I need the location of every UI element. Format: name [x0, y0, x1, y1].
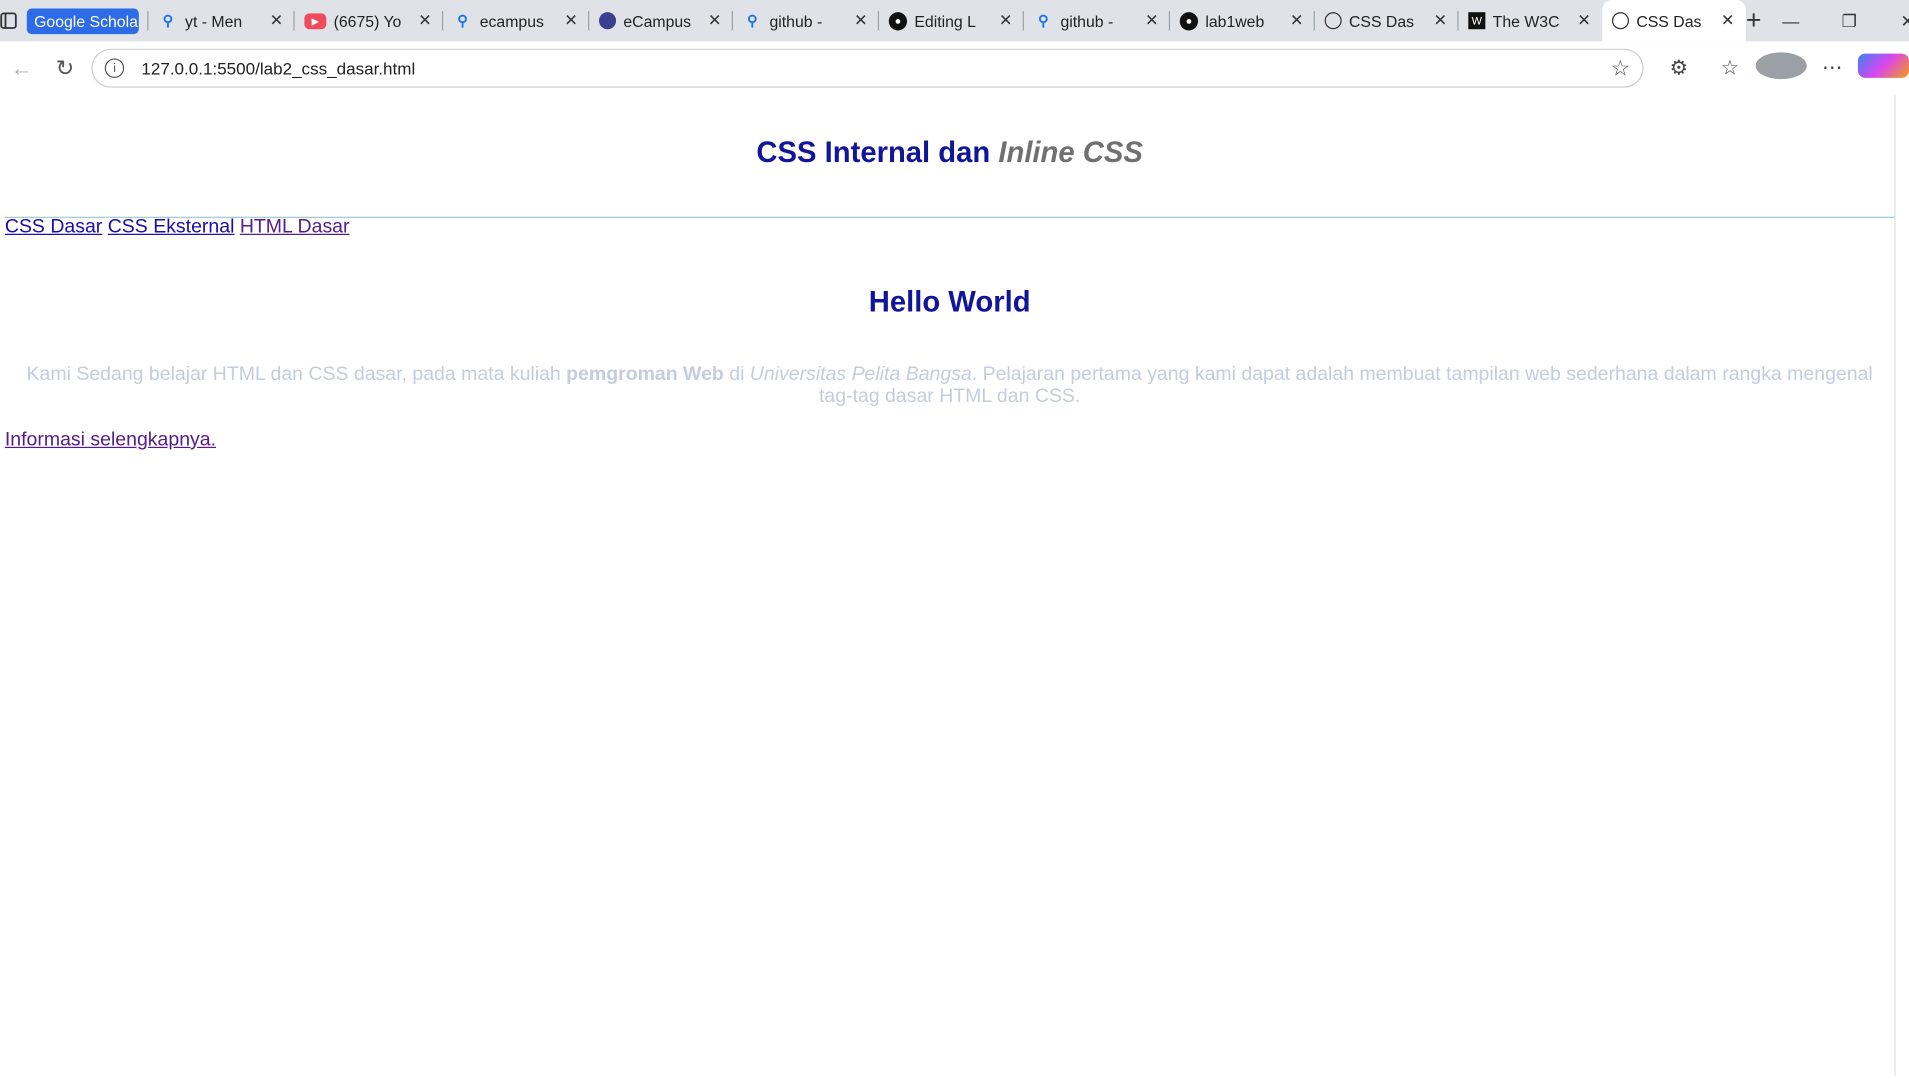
profile-button[interactable]	[1755, 51, 1807, 85]
para-bold: pemgroman Web	[566, 364, 724, 385]
close-icon[interactable]: ✕	[1432, 11, 1449, 30]
back-button[interactable]: ←	[0, 55, 43, 81]
tab-youtube[interactable]: ▶ (6675) Yo ✕	[295, 0, 444, 41]
tab-ecampus[interactable]: eCampus ✕	[589, 0, 733, 41]
restore-button[interactable]: ❐	[1820, 10, 1878, 31]
page-title: CSS Internal dan Inline CSS	[0, 136, 1899, 170]
tab-actions-button[interactable]	[0, 0, 17, 41]
tab-title: ecampus	[479, 11, 544, 30]
close-icon[interactable]: ✕	[268, 11, 285, 30]
nav-link-html-dasar[interactable]: HTML Dasar	[240, 217, 350, 238]
page-title-italic: Inline CSS	[998, 136, 1143, 170]
more-info-link[interactable]: Informasi selengkapnya.	[5, 430, 216, 452]
site-info-icon[interactable]: i	[104, 58, 125, 78]
tab-title: CSS Das	[1636, 11, 1702, 30]
tab-css-dasar-active[interactable]: CSS Das ✕	[1602, 0, 1746, 42]
tab-w3c[interactable]: W The W3C ✕	[1459, 0, 1603, 41]
para-text-3: . Pelajaran pertama yang kami dapat adal…	[818, 364, 1873, 407]
close-icon[interactable]: ✕	[852, 11, 869, 30]
search-icon: ⚲	[747, 12, 758, 30]
search-icon: ⚲	[457, 12, 468, 30]
github-icon: ●	[1179, 11, 1199, 30]
close-icon[interactable]: ✕	[1288, 11, 1305, 30]
tab-github-search[interactable]: ⚲ github - ✕	[733, 0, 880, 41]
globe-icon	[1611, 12, 1630, 30]
address-bar[interactable]: i 127.0.0.1:5500/lab2_css_dasar.html ☆	[91, 48, 1644, 88]
w3c-icon: W	[1468, 12, 1486, 30]
more-options-icon[interactable]: ⋯	[1807, 56, 1858, 80]
window-controls: — ❐ ✕	[1762, 10, 1909, 31]
tab-title: github -	[769, 11, 823, 30]
tab-google-scholar[interactable]: Google Scholar	[17, 0, 149, 41]
tab-title: The W3C	[1492, 11, 1560, 30]
github-icon: ●	[888, 11, 908, 30]
new-tab-button[interactable]: +	[1746, 5, 1762, 37]
tab-yt-search[interactable]: ⚲ yt - Men ✕	[149, 0, 295, 41]
favorites-icon[interactable]: ☆	[1704, 56, 1755, 80]
nav-link-css-eksternal[interactable]: CSS Eksternal	[108, 217, 235, 238]
tab-strip: Google Scholar ⚲ yt - Men ✕ ▶ (6675) Yo …	[0, 0, 1909, 42]
tab-title: (6675) Yo	[333, 11, 402, 30]
browser-toolbar: ← ↻ i 127.0.0.1:5500/lab2_css_dasar.html…	[0, 41, 1909, 95]
tab-title: Google Scholar	[26, 7, 139, 34]
tab-title: yt - Men	[185, 11, 243, 30]
youtube-icon: ▶	[304, 12, 327, 29]
search-icon: ⚲	[162, 12, 174, 30]
url-text[interactable]: 127.0.0.1:5500/lab2_css_dasar.html	[141, 58, 1610, 77]
tab-title: eCampus	[623, 11, 692, 30]
tab-ecampus-search[interactable]: ⚲ ecampus ✕	[443, 0, 590, 41]
copilot-button[interactable]	[1857, 52, 1909, 83]
para-text-2: di	[723, 364, 750, 385]
tab-actions-icon	[0, 12, 17, 29]
tab-title: github -	[1060, 11, 1114, 30]
intro-paragraph: Kami Sedang belajar HTML dan CSS dasar, …	[24, 364, 1875, 408]
para-text-1: Kami Sedang belajar HTML dan CSS dasar, …	[26, 364, 567, 385]
para-italic: Universitas Pelita Bangsa	[749, 364, 972, 385]
close-window-button[interactable]: ✕	[1878, 10, 1909, 31]
tab-github-editing[interactable]: ● Editing L ✕	[879, 0, 1024, 41]
favorite-star-icon[interactable]: ☆	[1611, 55, 1631, 81]
close-icon[interactable]: ✕	[416, 11, 433, 30]
toolbar-actions: ⚙ ☆ ⋯	[1653, 51, 1909, 85]
close-icon[interactable]: ✕	[706, 11, 723, 30]
avatar	[1755, 51, 1807, 79]
tab-title: Editing L	[914, 11, 976, 30]
tab-title: CSS Das	[1348, 11, 1415, 30]
tab-lab1web[interactable]: ● lab1web ✕	[1170, 0, 1315, 41]
close-icon[interactable]: ✕	[1575, 11, 1592, 30]
close-icon[interactable]: ✕	[997, 11, 1014, 30]
tab-title: lab1web	[1205, 11, 1265, 30]
tab-github-search-2[interactable]: ⚲ github - ✕	[1024, 0, 1171, 41]
minimize-button[interactable]: —	[1762, 10, 1820, 31]
close-icon[interactable]: ✕	[562, 11, 579, 30]
search-icon: ⚲	[1038, 12, 1049, 30]
extensions-icon[interactable]: ⚙	[1653, 56, 1704, 80]
close-icon[interactable]: ✕	[1143, 11, 1160, 30]
page-nav: CSS Dasar CSS Eksternal HTML Dasar	[5, 217, 350, 239]
hello-heading: Hello World	[868, 286, 1031, 319]
nav-link-css-dasar[interactable]: CSS Dasar	[5, 217, 102, 238]
ecampus-icon	[599, 12, 617, 30]
globe-icon	[1324, 12, 1342, 30]
close-icon[interactable]: ✕	[1719, 11, 1736, 30]
page-viewport: CSS Internal dan Inline CSS CSS Dasar CS…	[0, 94, 1899, 1077]
copilot-icon	[1857, 52, 1909, 78]
reload-button[interactable]: ↻	[43, 55, 86, 81]
page-title-main: CSS Internal dan	[756, 136, 999, 170]
tab-css-dasar[interactable]: CSS Das ✕	[1315, 0, 1459, 41]
